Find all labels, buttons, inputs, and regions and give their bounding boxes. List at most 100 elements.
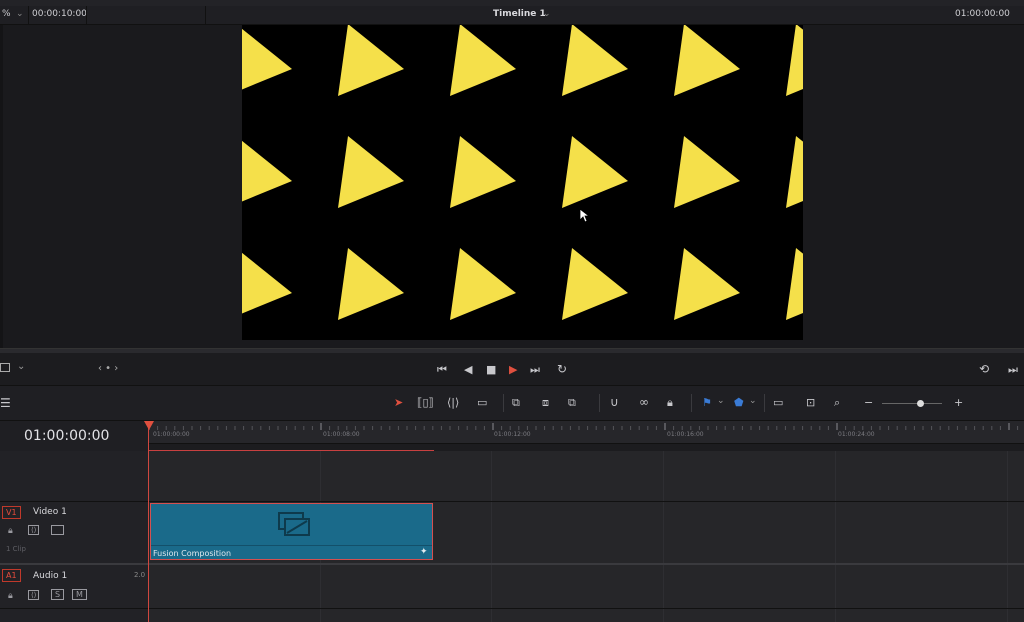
chevron-down-icon[interactable]: ⌄: [16, 9, 24, 19]
go-to-start-icon[interactable]: ⏮: [437, 363, 447, 377]
record-timecode: 01:00:00:00: [955, 9, 1010, 19]
triangle-shape: [450, 25, 516, 96]
grid-line: [1007, 451, 1008, 622]
divider: [764, 394, 765, 412]
stop-icon[interactable]: ■: [486, 363, 496, 376]
zoom-detail-icon[interactable]: ⊡: [806, 396, 815, 409]
track-divider: [149, 563, 1024, 565]
ruler-label: 01:00:16:00: [667, 431, 704, 438]
triangle-shape: [562, 25, 628, 96]
selection-tool-icon[interactable]: ➤: [394, 396, 403, 409]
timeline-name[interactable]: Timeline 1: [493, 9, 546, 19]
clip-divider: [151, 545, 432, 546]
track-headers: V1 Video 1 🔒︎ ⟨⟩ 1 Clip A1 Audio 1 2.0 🔒…: [0, 451, 149, 622]
lock-icon[interactable]: 🔒︎: [8, 526, 13, 536]
lock-icon[interactable]: 🔒︎: [8, 591, 13, 601]
mute-button[interactable]: M: [72, 589, 87, 600]
triangle-shape: [338, 248, 404, 320]
divider: [28, 6, 29, 24]
triangle-shape: [450, 248, 516, 320]
clip-name: Fusion Composition: [153, 549, 232, 558]
zoom-out-icon[interactable]: −: [864, 396, 873, 409]
track-visibility-icon[interactable]: [51, 525, 64, 535]
flag-icon[interactable]: ⚑: [702, 396, 712, 409]
chevron-down-icon[interactable]: ⌄: [17, 361, 25, 372]
triangle-shape: [786, 248, 803, 320]
triangle-shape: [562, 136, 628, 208]
mouse-cursor-icon: [579, 208, 591, 223]
ruler-label: 01:00:12:00: [494, 431, 531, 438]
loop-icon[interactable]: ↻: [557, 362, 567, 376]
triangle-shape: [562, 248, 628, 320]
match-frame-icon[interactable]: ⟲: [979, 362, 989, 376]
divider: [599, 394, 600, 412]
layout-icon[interactable]: ☰: [0, 396, 11, 410]
fusion-composition-icon: [278, 512, 310, 536]
triangle-shape: [450, 136, 516, 208]
triangle-shape: [674, 25, 740, 96]
video-track-name[interactable]: Video 1: [33, 507, 67, 517]
solo-button[interactable]: S: [51, 589, 65, 600]
insert-clip-icon[interactable]: ⧉: [512, 396, 520, 410]
auto-select-icon[interactable]: ⟨⟩: [28, 590, 40, 600]
grid-line: [835, 451, 836, 622]
timeline-timecode[interactable]: 01:00:00:00: [24, 428, 109, 444]
go-to-end-icon[interactable]: ⏭: [530, 363, 540, 377]
zoom-slider-handle[interactable]: [917, 400, 924, 407]
marker-icon[interactable]: ⬟: [734, 396, 744, 409]
snapping-icon[interactable]: ∪: [610, 395, 619, 409]
replace-clip-icon[interactable]: ⧉: [568, 396, 576, 410]
viewer-canvas[interactable]: [242, 25, 803, 340]
render-range-line: [149, 450, 434, 451]
divider: [205, 6, 206, 24]
playhead-handle[interactable]: [144, 421, 154, 430]
end-frame-icon[interactable]: ⏭: [1008, 363, 1018, 377]
audio-channels: 2.0: [134, 571, 146, 579]
blade-tool-icon[interactable]: ▭: [477, 396, 487, 409]
audio-track-id[interactable]: A1: [2, 569, 21, 582]
zoom-slider-track[interactable]: [882, 403, 942, 404]
track-divider: [149, 608, 1024, 609]
ruler-label: 01:00:08:00: [323, 431, 360, 438]
viewer-zoom[interactable]: %: [2, 9, 11, 19]
play-icon[interactable]: ▶: [509, 363, 517, 376]
zoom-full-icon[interactable]: ▭: [773, 396, 783, 409]
video-track-id[interactable]: V1: [2, 506, 21, 519]
triangle-shape: [242, 136, 292, 208]
ruler-label: 01:00:24:00: [838, 431, 875, 438]
chevron-down-icon[interactable]: ⌄: [543, 9, 551, 19]
chevron-down-icon[interactable]: ⌄: [717, 396, 725, 406]
triangle-shape: [786, 25, 803, 96]
track-divider: [0, 501, 148, 502]
step-back-icon[interactable]: ◀: [464, 363, 472, 376]
triangle-shape: [674, 136, 740, 208]
viewer: [0, 25, 1024, 348]
zoom-custom-icon[interactable]: ⌕: [834, 396, 840, 410]
timeline-clip[interactable]: Fusion Composition ✦: [150, 503, 433, 560]
source-timecode: 00:00:10:00: [32, 9, 87, 19]
zoom-in-icon[interactable]: +: [954, 396, 963, 409]
auto-select-icon[interactable]: ⟨⟩: [28, 525, 40, 535]
timeline-ruler[interactable]: 01:00:00:00 01:00:08:00 01:00:12:00 01:0…: [149, 421, 1024, 444]
audio-track-name[interactable]: Audio 1: [33, 571, 67, 581]
divider: [503, 394, 504, 412]
transport-bar: ⌄ ‹ • › ⏮ ◀ ■ ▶ ⏭ ↻ ⟲ ⏭: [0, 353, 1024, 386]
triangle-shape: [242, 25, 292, 96]
track-divider: [0, 563, 148, 565]
overwrite-clip-icon[interactable]: ⧈: [542, 396, 549, 410]
trim-tool-icon[interactable]: ⟦▯⟧: [417, 396, 434, 409]
nav-dots[interactable]: ‹ • ›: [98, 363, 118, 374]
lock-icon[interactable]: 🔒︎: [667, 396, 673, 410]
ruler-ticks: [149, 423, 1019, 430]
dynamic-trim-icon[interactable]: ⟨|⟩: [447, 396, 459, 409]
chevron-down-icon[interactable]: ⌄: [749, 396, 757, 406]
divider: [86, 6, 87, 24]
playhead[interactable]: [148, 421, 149, 622]
track-divider: [0, 608, 148, 609]
triangle-pattern: [242, 25, 803, 320]
triangle-shape: [786, 136, 803, 208]
viewer-mode-icon[interactable]: [0, 363, 10, 372]
triangle-shape: [242, 248, 292, 320]
link-icon[interactable]: ∞: [639, 395, 649, 409]
clip-count: 1 Clip: [6, 545, 26, 553]
